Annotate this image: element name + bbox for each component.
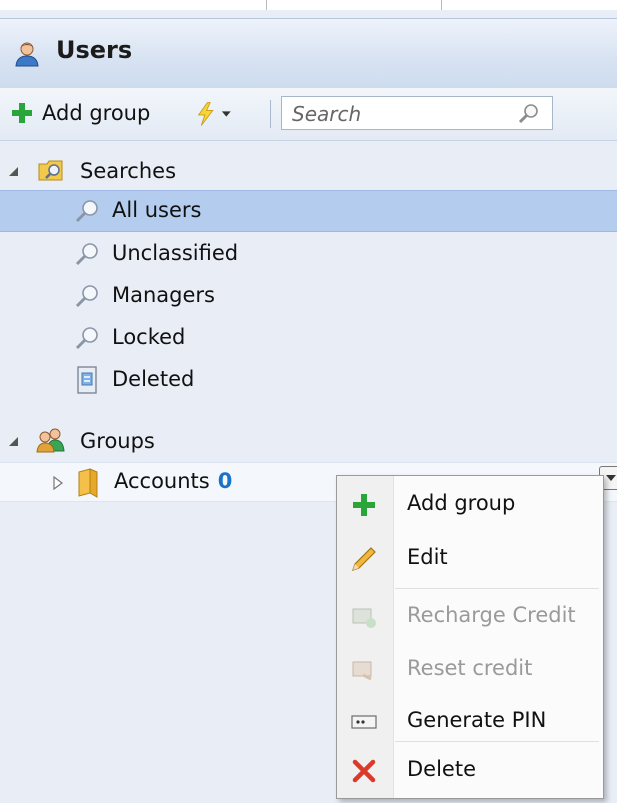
chevron-down-icon	[222, 111, 232, 117]
tree-item-label: Deleted	[112, 367, 195, 391]
reset-icon	[352, 661, 372, 681]
tree-node-searches[interactable]: Searches	[0, 152, 617, 190]
tree-item-managers[interactable]: Managers	[0, 276, 617, 318]
add-group-button[interactable]: Add group	[10, 97, 150, 129]
tree-item-all-users[interactable]: All users	[0, 190, 617, 232]
column-divider	[441, 0, 442, 10]
magnifier-icon	[75, 200, 98, 223]
menu-item-reset-credit[interactable]: Reset credit	[337, 643, 603, 696]
lightning-icon	[197, 102, 214, 126]
toolbar-separator	[270, 100, 271, 128]
folder-search-icon	[38, 160, 63, 181]
search-box	[281, 96, 553, 130]
add-group-label: Add group	[42, 101, 151, 125]
tree-item-label: Unclassified	[112, 241, 239, 265]
menu-item-add-group[interactable]: Add group	[337, 478, 603, 531]
tree-item-label: Accounts	[114, 469, 210, 493]
column-divider	[266, 0, 267, 10]
tree-item-locked[interactable]: Locked	[0, 318, 617, 360]
panel-header: Users	[0, 18, 617, 90]
tree-node-groups[interactable]: Groups	[0, 422, 617, 460]
top-strip	[0, 0, 617, 10]
plus-icon	[353, 494, 375, 516]
recharge-icon	[352, 608, 376, 628]
tree-label-groups: Groups	[80, 429, 155, 453]
menu-item-label: Generate PIN	[407, 708, 547, 732]
magnifier-icon	[75, 243, 98, 266]
book-icon	[78, 468, 98, 498]
panel-title: Users	[56, 36, 133, 64]
search-icon[interactable]	[518, 102, 540, 124]
menu-item-label: Recharge Credit	[407, 603, 576, 627]
recycle-bin-icon	[77, 366, 97, 394]
group-icon	[36, 428, 65, 453]
menu-item-label: Reset credit	[407, 656, 533, 680]
tree-item-label-with-count: Accounts 0	[114, 469, 232, 493]
menu-item-delete[interactable]: Delete	[337, 744, 603, 797]
expand-arrow-icon[interactable]	[52, 476, 64, 490]
tree-item-label: Managers	[112, 283, 215, 307]
menu-item-edit[interactable]: Edit	[337, 532, 603, 585]
pencil-icon	[352, 547, 376, 571]
search-input[interactable]	[290, 100, 494, 128]
count-badge: 0	[217, 469, 233, 493]
plus-icon	[12, 103, 32, 123]
pin-icon	[351, 715, 377, 729]
tree-item-deleted[interactable]: Deleted	[0, 360, 617, 402]
toolbar: Add group	[0, 88, 617, 141]
collapse-arrow-icon[interactable]	[6, 434, 20, 448]
menu-item-label: Delete	[407, 757, 476, 781]
menu-item-label: Edit	[407, 545, 448, 569]
tree-item-unclassified[interactable]: Unclassified	[0, 234, 617, 276]
menu-item-label: Add group	[407, 491, 516, 515]
users-icon	[15, 42, 39, 67]
menu-separator	[395, 741, 599, 742]
magnifier-icon	[75, 327, 98, 350]
magnifier-icon	[75, 285, 98, 308]
context-menu: Add group Edit Recharge Credit Reset cre…	[336, 475, 604, 799]
actions-dropdown-button[interactable]	[196, 99, 232, 129]
menu-item-recharge-credit[interactable]: Recharge Credit	[337, 590, 603, 643]
menu-separator	[395, 588, 599, 589]
tree-item-label: All users	[112, 198, 202, 222]
tree-label-searches: Searches	[80, 159, 177, 183]
collapse-arrow-icon[interactable]	[6, 164, 20, 178]
tree-item-label: Locked	[112, 325, 186, 349]
delete-icon	[352, 759, 376, 783]
